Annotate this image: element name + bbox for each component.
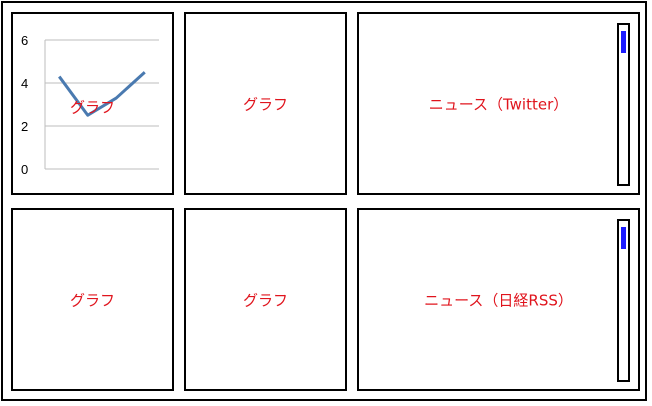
- scrollbar-thumb[interactable]: [621, 227, 626, 249]
- scrollbar-thumb[interactable]: [621, 31, 626, 53]
- panel-label: グラフ: [242, 291, 288, 309]
- series-line: [58, 71, 146, 117]
- panel-label: ニュース（Twitter）: [428, 95, 569, 113]
- panel-label: グラフ: [69, 291, 115, 309]
- y-tick-label: 6: [21, 33, 28, 48]
- line-chart: 0 2 4 6: [21, 33, 159, 177]
- scrollbar[interactable]: [617, 219, 630, 382]
- chart-panel-4[interactable]: グラフ: [11, 208, 174, 391]
- chart-panel-2[interactable]: グラフ: [184, 12, 347, 195]
- news-panel-twitter[interactable]: ニュース（Twitter）: [357, 12, 640, 195]
- y-tick-label: 0: [21, 162, 28, 177]
- scrollbar[interactable]: [617, 23, 630, 186]
- panel-label: ニュース（日経RSS）: [424, 291, 573, 309]
- y-tick-label: 4: [21, 76, 28, 91]
- news-panel-nikkei-rss[interactable]: ニュース（日経RSS）: [357, 208, 640, 391]
- chart-panel-5[interactable]: グラフ: [184, 208, 347, 391]
- y-tick-label: 2: [21, 119, 28, 134]
- chart-panel-1[interactable]: 0246 グラフ: [11, 12, 174, 195]
- panel-label: グラフ: [242, 95, 288, 113]
